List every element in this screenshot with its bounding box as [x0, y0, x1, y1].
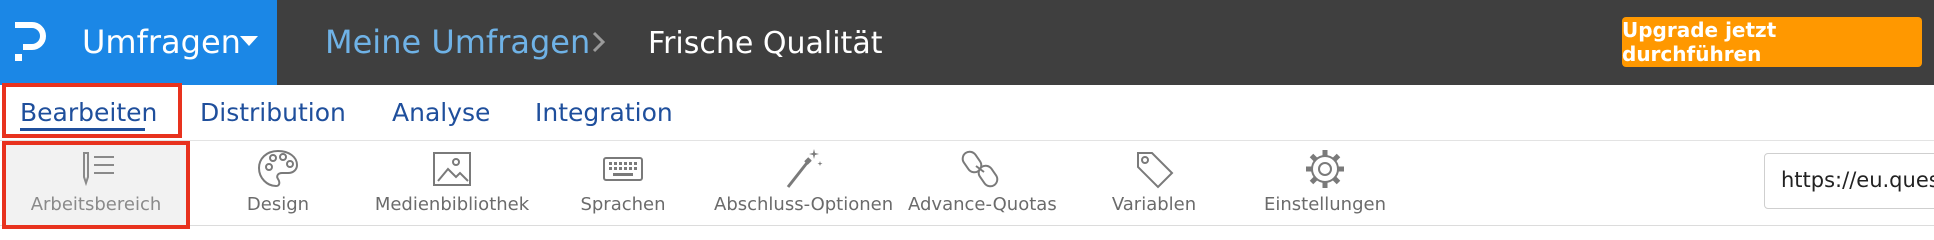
survey-url-text: https://eu.ques [1781, 168, 1934, 192]
breadcrumb-current: Frische Qualität [648, 26, 883, 61]
keyboard-icon [603, 157, 643, 181]
tool-design[interactable]: Design [218, 141, 338, 225]
tool-label: Sprachen [580, 194, 666, 215]
tool-label: Variablen [1111, 194, 1197, 215]
chevron-down-icon [240, 36, 258, 46]
tag-icon [1137, 152, 1174, 189]
highlight-box-tab [2, 83, 182, 138]
tool-variablen[interactable]: Variablen [1094, 141, 1214, 225]
tab-analyse[interactable]: Analyse [392, 93, 490, 133]
palette-icon [257, 149, 299, 188]
tool-advance-quotas[interactable]: Advance-Quotas [908, 141, 1057, 225]
tab-distribution[interactable]: Distribution [200, 93, 346, 133]
tool-label: Abschluss-Optionen [714, 194, 894, 215]
breadcrumb-root-link[interactable]: Meine Umfragen [325, 20, 590, 64]
tool-medienbibliothek[interactable]: Medienbibliothek [370, 141, 534, 225]
tool-label: Design [246, 194, 310, 215]
survey-url-field[interactable]: https://eu.ques [1764, 153, 1934, 209]
editor-toolbar: Arbeitsbereich Design Medienbibliothek S… [0, 141, 1934, 226]
chevron-right-icon [592, 31, 606, 53]
p-logo-icon [15, 22, 46, 61]
tool-abschluss-optionen[interactable]: Abschluss-Optionen [714, 141, 894, 225]
app-switcher[interactable]: Umfragen [0, 0, 277, 85]
top-bar: Umfragen Meine Umfragen Frische Qualität… [0, 0, 1934, 85]
highlight-box-tool [2, 141, 190, 229]
app-title: Umfragen [82, 23, 241, 61]
tool-einstellungen[interactable]: Einstellungen [1260, 141, 1390, 225]
magic-wand-icon [786, 149, 823, 188]
image-icon [433, 152, 471, 186]
upgrade-button[interactable]: Upgrade jetzt durchführen [1622, 17, 1922, 67]
tab-integration[interactable]: Integration [535, 93, 673, 133]
tool-label: Medienbibliothek [374, 194, 530, 215]
tool-label: Advance-Quotas [908, 194, 1057, 215]
tool-sprachen[interactable]: Sprachen [563, 141, 683, 225]
gear-icon [1306, 150, 1344, 188]
tool-label: Einstellungen [1263, 194, 1387, 215]
chain-link-icon [961, 150, 999, 188]
section-tabs: Bearbeiten Distribution Analyse Integrat… [0, 85, 1934, 141]
